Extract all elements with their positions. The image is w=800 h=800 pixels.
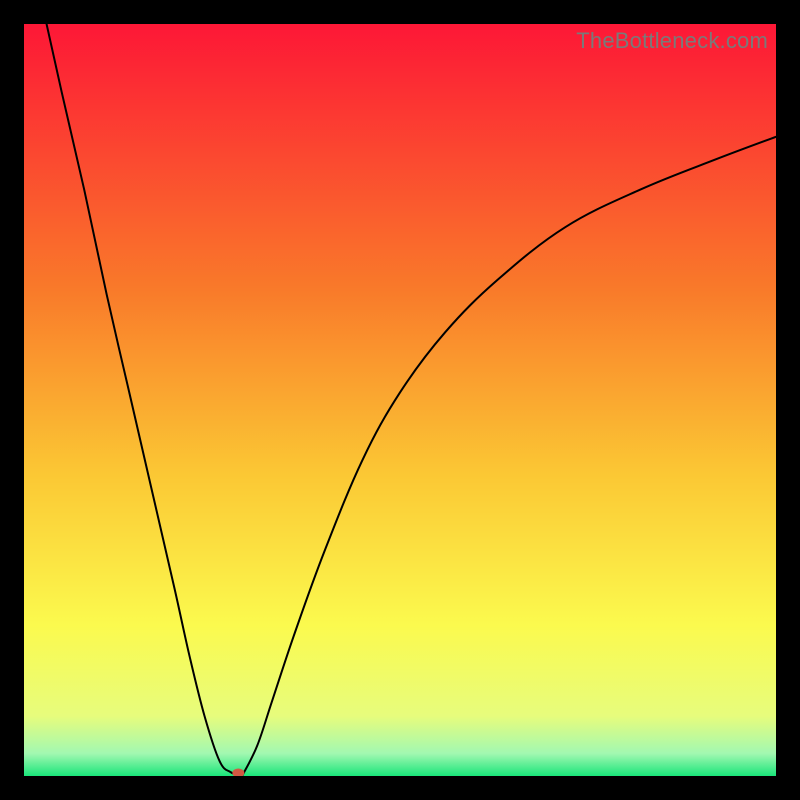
chart-svg (24, 24, 776, 776)
watermark-text: TheBottleneck.com (576, 28, 768, 54)
chart-frame: TheBottleneck.com (24, 24, 776, 776)
gradient-background (24, 24, 776, 776)
